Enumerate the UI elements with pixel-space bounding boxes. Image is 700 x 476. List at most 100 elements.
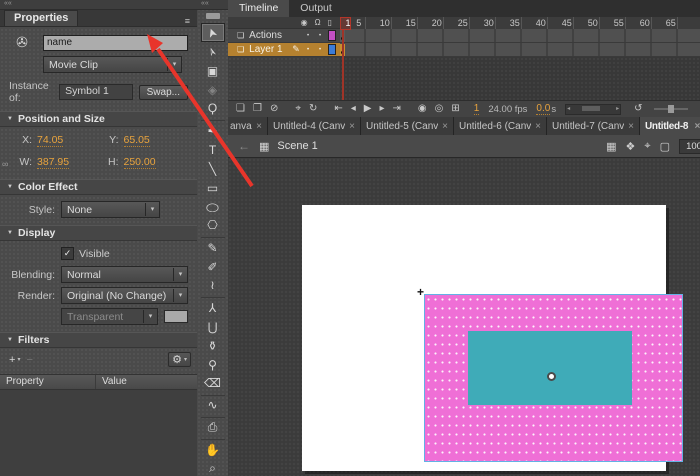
style-dropdown[interactable]: None ▾	[61, 201, 160, 218]
y-value[interactable]: 65.05	[124, 134, 150, 147]
tab-output[interactable]: Output	[289, 0, 343, 17]
filters-table-body[interactable]	[0, 390, 197, 476]
close-tab-icon[interactable]: ×	[690, 121, 700, 132]
collapse-panel-icon[interactable]: « «	[4, 0, 11, 7]
section-color-effect[interactable]: ▼ Color Effect	[0, 179, 197, 195]
playhead-line[interactable]	[342, 29, 344, 100]
eraser-tool[interactable]: ⌫	[201, 374, 225, 396]
frames-strip-actions[interactable]	[340, 29, 700, 43]
text-tool[interactable]: T	[201, 140, 225, 159]
delete-layer-button[interactable]: ⊘	[266, 101, 282, 117]
edit-multiple-frames-button[interactable]: ⊞	[447, 101, 463, 117]
asset-warp-tool[interactable]: ∿	[201, 396, 225, 418]
timeline-zoom-slider-knob[interactable]	[668, 105, 674, 113]
timeline-layer[interactable]: ❏ Actions • •	[228, 29, 340, 43]
selection-tool[interactable]: ➤	[201, 23, 225, 42]
step-forward-button[interactable]: ▸	[375, 101, 388, 117]
timeline-zoom-slider[interactable]	[654, 108, 688, 110]
scroll-right-icon[interactable]: ▸	[616, 105, 619, 113]
frames-strip-layer1[interactable]	[340, 43, 700, 57]
line-tool[interactable]: ╲	[201, 159, 225, 178]
add-filter-button[interactable]: +▾	[6, 354, 23, 366]
swap-button[interactable]: Swap...	[139, 85, 188, 100]
lasso-tool[interactable]: Ϙ	[201, 99, 225, 121]
teal-rectangle[interactable]	[468, 331, 632, 405]
filter-options-button[interactable]: ⚙▾	[168, 352, 191, 367]
scroll-left-icon[interactable]: ◂	[567, 105, 570, 113]
timeline-scrollbar[interactable]: ◂ ▸	[565, 104, 621, 115]
oval-tool[interactable]: ◯	[201, 197, 225, 216]
loop-button[interactable]: ↻	[305, 101, 321, 117]
section-filters[interactable]: ▼ Filters	[0, 332, 197, 348]
layer-visibility-dot[interactable]: •	[302, 47, 314, 53]
center-frame-button[interactable]: ⌖	[291, 101, 305, 117]
ink-bottle-tool[interactable]: ⚱	[201, 336, 225, 355]
edit-scene-icon[interactable]: ▦	[606, 140, 616, 153]
tools-collapse-strip[interactable]: « «	[197, 0, 228, 10]
visible-checkbox[interactable]: ✓	[61, 247, 74, 260]
brush-tool[interactable]: ✐	[201, 257, 225, 276]
outline-column-icon[interactable]: ▯	[328, 17, 332, 28]
lock-icon[interactable]: Ω	[315, 17, 321, 28]
close-tab-icon[interactable]: ×	[438, 121, 448, 132]
transformation-point-icon[interactable]	[547, 372, 556, 381]
w-value[interactable]: 387.95	[37, 156, 69, 169]
free-transform-tool[interactable]: ▣	[201, 61, 225, 80]
render-dropdown[interactable]: Original (No Change) ▾	[61, 287, 188, 304]
eye-icon[interactable]: ◉	[301, 17, 308, 28]
layer-visibility-dot[interactable]: •	[302, 33, 314, 39]
polystar-tool[interactable]: ⎔	[201, 216, 225, 238]
go-first-frame-button[interactable]: ⇤	[330, 101, 346, 117]
close-tab-icon[interactable]: ×	[345, 121, 355, 132]
paint-bucket-tool[interactable]: ⋃	[201, 317, 225, 336]
center-stage-icon[interactable]: ⌖	[644, 140, 650, 153]
layer-lock-dot[interactable]: •	[314, 33, 326, 39]
pasteboard[interactable]: +	[228, 158, 700, 476]
scene-breadcrumb[interactable]: Scene 1	[277, 140, 317, 152]
layer-outline-color-swatch[interactable]	[328, 44, 336, 55]
current-frame-value[interactable]: 1	[474, 103, 480, 115]
pen-tool[interactable]: ✒	[201, 121, 225, 140]
close-tab-icon[interactable]: ×	[252, 121, 262, 132]
back-arrow-icon[interactable]: ←	[238, 139, 250, 153]
section-position-and-size[interactable]: ▼ Position and Size	[0, 111, 197, 127]
document-tab[interactable]: Untitled-5 (Canvas)* ×	[361, 117, 454, 135]
x-value[interactable]: 74.05	[37, 134, 63, 147]
layer-lock-dot[interactable]: •	[314, 47, 326, 53]
panel-menu-icon[interactable]: ≡	[185, 16, 190, 26]
hand-tool[interactable]: ✋	[201, 440, 225, 459]
h-value[interactable]: 250.00	[124, 156, 156, 169]
edit-symbols-icon[interactable]: ❖	[626, 140, 636, 153]
onion-skin-button[interactable]: ◉	[414, 101, 431, 117]
close-tab-icon[interactable]: ×	[624, 121, 634, 132]
constrain-proportions-icon[interactable]: ∞	[2, 159, 8, 169]
stage[interactable]: +	[302, 205, 666, 471]
reset-timeline-zoom-button[interactable]: ↺	[630, 101, 646, 117]
zoom-tool[interactable]: ⌕	[201, 459, 225, 476]
tools-panel-grip[interactable]	[206, 13, 220, 19]
bone-tool[interactable]: ⅄	[201, 298, 225, 317]
instance-name-input[interactable]	[43, 35, 188, 51]
new-folder-button[interactable]: ❐	[249, 101, 266, 117]
stage-zoom-input[interactable]: 100	[679, 139, 700, 154]
layer-outline-color-swatch[interactable]	[328, 30, 336, 41]
step-back-button[interactable]: ◂	[347, 101, 360, 117]
new-layer-button[interactable]: ❏	[232, 101, 249, 117]
document-tab[interactable]: Untitled-7 (Canvas)* ×	[547, 117, 640, 135]
document-tab[interactable]: Untitled-8 (Canva ×	[640, 117, 700, 135]
collapse-panel-icon[interactable]: « «	[201, 0, 208, 7]
subselection-tool[interactable]: ➢	[201, 42, 225, 61]
go-last-frame-button[interactable]: ⇥	[389, 101, 405, 117]
document-tab[interactable]: anvas)* ×	[228, 117, 268, 135]
onion-outlines-button[interactable]: ◎	[431, 101, 448, 117]
camera-tool[interactable]: ⎙	[201, 418, 225, 440]
document-tab[interactable]: Untitled-6 (Canvas)* ×	[454, 117, 547, 135]
play-button[interactable]: ▶	[360, 101, 376, 117]
timeline-scrollbar-thumb[interactable]	[582, 106, 600, 111]
pink-rectangle[interactable]: +	[424, 294, 683, 462]
panel-collapse-strip[interactable]: « «	[0, 0, 197, 10]
elapsed-time-value[interactable]: 0.0	[536, 103, 550, 115]
paint-brush-tool[interactable]: ≀	[201, 276, 225, 298]
clip-content-icon[interactable]: ▢	[660, 140, 670, 153]
frame-rate-value[interactable]: 24.00 fps	[488, 104, 527, 115]
